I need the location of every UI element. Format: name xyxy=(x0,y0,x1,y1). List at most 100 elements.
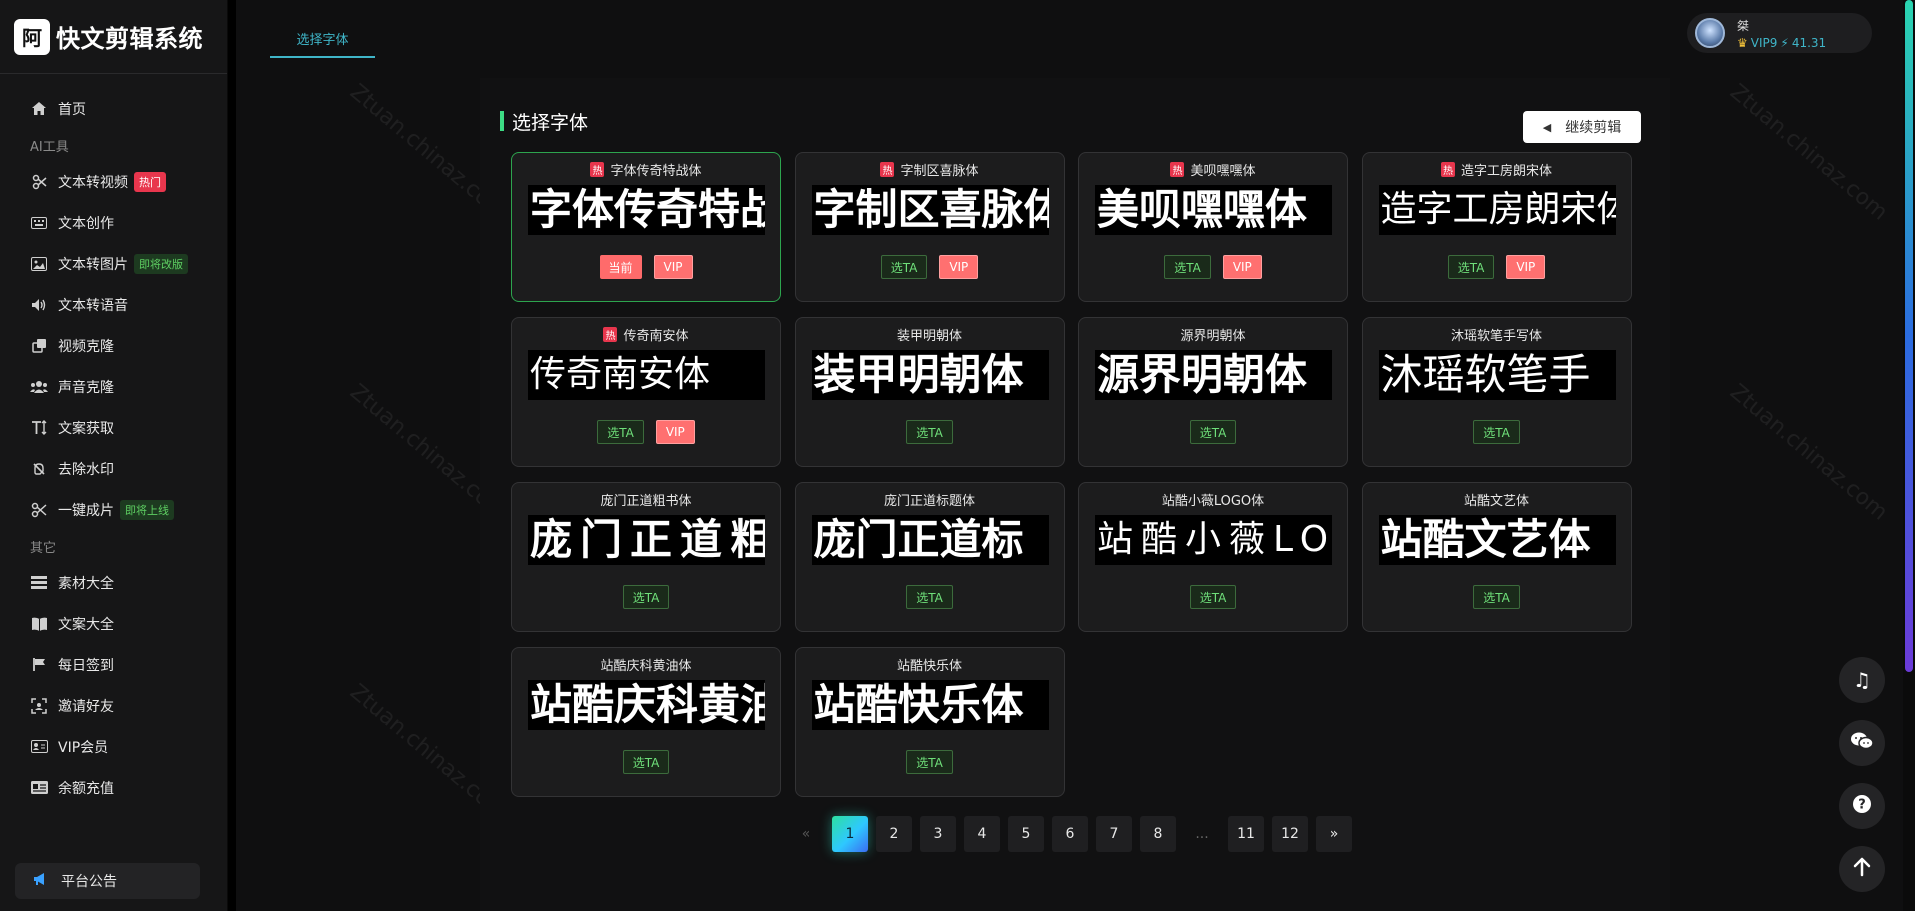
sidebar-item[interactable]: 邀请好友 xyxy=(0,685,227,726)
sidebar-item-label: 邀请好友 xyxy=(58,698,114,715)
pagination-prev-button[interactable]: « xyxy=(788,816,824,852)
sidebar-item[interactable]: 文本创作 xyxy=(0,202,227,243)
sidebar-item[interactable]: 首页 xyxy=(0,88,227,129)
pagination-page[interactable]: 11 xyxy=(1228,816,1264,852)
sidebar-item-label: 视频克隆 xyxy=(58,338,114,355)
avatar[interactable] xyxy=(1695,18,1725,48)
font-preview: 装甲明朝体 xyxy=(811,350,1049,400)
bolt-icon: ⚡ xyxy=(1780,35,1789,50)
pagination: «1 2 3 4 5 6 7 8... 11 12» xyxy=(788,816,1352,852)
pagination-next-button[interactable]: » xyxy=(1316,816,1352,852)
vip-badge: VIP xyxy=(655,420,695,444)
music-button[interactable]: ♫ xyxy=(1839,657,1885,703)
sidebar-item[interactable]: 余额充值 xyxy=(0,767,227,808)
font-card-title: 庞门正道粗书体 xyxy=(512,490,780,509)
font-card[interactable]: 站酷快乐体 站酷快乐体 选TA xyxy=(794,647,1065,797)
select-font-button[interactable]: 选TA xyxy=(906,420,953,444)
question-icon: ? xyxy=(1852,794,1872,819)
font-card-title: 热字制区喜脉体 xyxy=(796,160,1064,179)
sidebar-item[interactable]: 视频克隆 xyxy=(0,325,227,366)
font-name: 字体传奇特战体 xyxy=(610,164,702,179)
font-name: 站酷快乐体 xyxy=(896,659,962,674)
font-card[interactable]: 热造字工房朗宋体 造字工房朗宋体 选TA VIP xyxy=(1361,152,1632,302)
sidebar-item-label: 文本创作 xyxy=(58,215,114,232)
select-font-button[interactable]: 选TA xyxy=(597,420,644,444)
logo[interactable]: 阿 快文剪辑系统 xyxy=(0,0,227,74)
font-card[interactable]: 源界明朝体 源界明朝体 选TA xyxy=(1078,317,1348,467)
scrollbar-thumb[interactable] xyxy=(1905,0,1913,672)
pagination-page[interactable]: 7 xyxy=(1096,816,1132,852)
nav-section-label: 其它 xyxy=(30,540,57,556)
sidebar-item[interactable]: 文案大全 xyxy=(0,603,227,644)
sidebar-item[interactable]: 每日签到 xyxy=(0,644,227,685)
select-font-button[interactable]: 选TA xyxy=(1473,585,1520,609)
pagination-page[interactable]: 8 xyxy=(1140,816,1176,852)
select-font-button[interactable]: 选TA xyxy=(1447,255,1495,279)
sidebar-item[interactable]: 文本转视频 热门 xyxy=(0,161,227,202)
back-to-top-button[interactable] xyxy=(1839,846,1885,892)
help-button[interactable]: ? xyxy=(1839,783,1885,829)
font-card[interactable]: 装甲明朝体 装甲明朝体 选TA xyxy=(794,317,1065,467)
font-card-title: 热造字工房朗宋体 xyxy=(1363,160,1631,179)
font-card[interactable]: 沐瑶软笔手写体 沐瑶软笔手 选TA xyxy=(1361,317,1632,467)
font-card[interactable]: 热字制区喜脉体 字制区喜脉体 选TA VIP xyxy=(794,152,1065,302)
platform-notice-button[interactable]: 平台公告 xyxy=(15,863,200,899)
select-font-button[interactable]: 选TA xyxy=(1189,420,1237,444)
pagination-page[interactable]: 4 xyxy=(964,816,1000,852)
sidebar-item-label: 文本转图片 xyxy=(58,256,128,273)
font-preview-text: 庞门正道标 xyxy=(813,515,1024,564)
select-font-button[interactable]: 选TA xyxy=(906,585,953,609)
font-card[interactable]: 热字体传奇特战体 字体传奇特战 当前 VIP xyxy=(511,152,781,302)
font-card[interactable]: 热传奇南安体 传奇南安体 选TA VIP xyxy=(511,317,781,467)
font-card[interactable]: 站酷小薇LOGO体 站酷小薇LO 选TA xyxy=(1078,482,1348,632)
select-font-button[interactable]: 选TA xyxy=(1164,255,1211,279)
pagination-page[interactable]: 1 xyxy=(832,816,868,852)
font-card[interactable]: 庞门正道标题体 庞门正道标 选TA xyxy=(794,482,1065,632)
svg-text:?: ? xyxy=(1858,797,1866,812)
id-card-icon xyxy=(30,779,48,797)
pagination-page[interactable]: 3 xyxy=(920,816,956,852)
user-profile[interactable]: 桀 ♛ VIP9 ⚡ 41.31 xyxy=(1687,13,1872,53)
sidebar-item[interactable]: 一键成片 即将上线 xyxy=(0,489,227,530)
pagination-page[interactable]: 12 xyxy=(1272,816,1308,852)
font-preview-text: 传奇南安体 xyxy=(530,354,711,395)
speaker-icon xyxy=(30,296,48,314)
font-preview-text: 源界明朝体 xyxy=(1097,350,1308,399)
scissors-icon xyxy=(30,501,48,519)
select-font-button[interactable]: 选TA xyxy=(906,750,953,774)
pagination-page[interactable]: 5 xyxy=(1008,816,1044,852)
sidebar-item[interactable]: 文案获取 xyxy=(0,407,227,448)
font-preview: 庞门正道粗书 xyxy=(528,515,765,565)
font-card[interactable]: 热美呗嘿嘿体 美呗嘿嘿体 选TA VIP xyxy=(1078,152,1348,302)
font-card[interactable]: 站酷庆科黄油体 站酷庆科黄油 选TA xyxy=(511,647,781,797)
font-card[interactable]: 庞门正道粗书体庞门正道粗书选TA xyxy=(511,482,781,632)
title-accent-bar xyxy=(500,111,504,131)
wechat-button[interactable] xyxy=(1839,720,1885,766)
sidebar-item[interactable]: 声音克隆 xyxy=(0,366,227,407)
sidebar-item[interactable]: 文本转图片 即将改版 xyxy=(0,243,227,284)
sidebar-scrollbar[interactable] xyxy=(228,0,236,911)
sidebar-item-label: 每日签到 xyxy=(58,657,114,674)
sidebar-item[interactable]: VIP会员 xyxy=(0,726,227,767)
tab-select-font[interactable]: 选择字体 xyxy=(270,20,375,58)
font-preview-text: 庞门正道粗书 xyxy=(530,515,765,564)
select-font-button[interactable]: 选TA xyxy=(1189,585,1237,609)
select-font-button[interactable]: 选TA xyxy=(1473,420,1520,444)
continue-edit-button[interactable]: ◀ 继续剪辑 xyxy=(1523,111,1641,143)
font-card[interactable]: 站酷文艺体 站酷文艺体 选TA xyxy=(1361,482,1632,632)
flag-icon xyxy=(30,656,48,674)
caret-left-icon: ◀ xyxy=(1542,120,1552,134)
sidebar-item[interactable]: 素材大全 xyxy=(0,562,227,603)
pagination-page[interactable]: 6 xyxy=(1052,816,1088,852)
page-scrollbar[interactable] xyxy=(1903,0,1915,911)
pagination-page[interactable]: 2 xyxy=(876,816,912,852)
font-preview: 站酷小薇LO xyxy=(1095,515,1332,565)
select-font-button[interactable]: 选TA xyxy=(622,585,670,609)
select-font-button[interactable]: 选TA xyxy=(622,750,670,774)
vip-badge: VIP xyxy=(1222,255,1262,279)
font-preview: 造字工房朗宋体 xyxy=(1378,185,1616,235)
sidebar-item[interactable]: 文本转语音 xyxy=(0,284,227,325)
select-font-button[interactable]: 选TA xyxy=(880,255,928,279)
sidebar-item[interactable]: 去除水印 xyxy=(0,448,227,489)
sidebar-item-label: 文本转视频 xyxy=(58,174,128,191)
